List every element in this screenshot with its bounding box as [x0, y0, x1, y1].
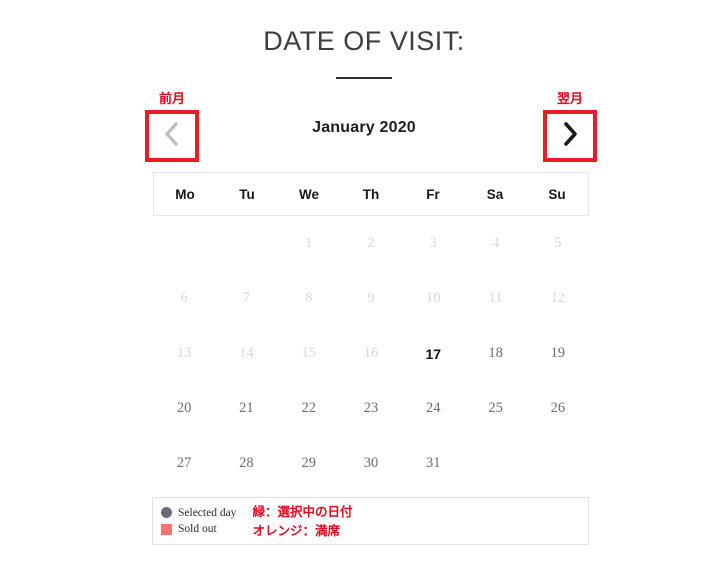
sold-out-swatch-icon: [161, 523, 172, 535]
calendar-day-empty: [527, 436, 589, 491]
calendar-day-cell: 3: [429, 235, 437, 251]
calendar-day-cell: 1: [305, 235, 313, 251]
weekday-header-cell: Sa: [486, 186, 504, 202]
weekday-header-cell: Su: [548, 186, 566, 202]
chevron-right-icon: [561, 120, 579, 153]
legend-annotation: オレンジ：満席: [252, 522, 340, 538]
calendar-day-empty: [464, 436, 526, 491]
weekday-header-cell: We: [298, 186, 319, 202]
title-divider: [336, 77, 392, 79]
calendar-week-row: 6 7 8 9 10 11 12: [153, 271, 589, 326]
calendar-week-row: 27 28 29 30 31: [153, 436, 589, 491]
next-month-button[interactable]: [543, 110, 597, 162]
calendar-day-cell: 10: [426, 290, 441, 306]
calendar-day-cell[interactable]: 28: [215, 436, 277, 491]
next-month-group: 翌月: [538, 93, 602, 162]
calendar-day-cell[interactable]: 25: [464, 381, 526, 436]
calendar-week-row: 1 2 3 4 5: [153, 216, 589, 271]
calendar-day-cell[interactable]: 17: [402, 326, 464, 381]
weekday-header-cell: Fr: [426, 186, 440, 202]
calendar-day-cell: 9: [367, 290, 375, 306]
weekday-header-cell: Mo: [175, 186, 195, 202]
calendar-day-cell: 11: [488, 290, 503, 306]
calendar-day-cell: 12: [550, 290, 566, 306]
calendar-day-cell[interactable]: 22: [278, 381, 340, 436]
prev-month-annotation: 前月: [158, 92, 185, 107]
legend-item: Selected day: [161, 506, 236, 520]
page-title: DATE OF VISIT:: [263, 26, 465, 56]
selected-day-swatch-icon: [161, 507, 172, 519]
calendar-day-empty: [153, 216, 215, 271]
calendar-day-cell: 2: [367, 235, 375, 251]
calendar-day-cell: 5: [554, 235, 562, 251]
calendar-day-cell[interactable]: 18: [464, 326, 526, 381]
weekday-header-cell: Tu: [239, 186, 255, 202]
calendar-day-cell[interactable]: 31: [402, 436, 464, 491]
calendar-legend: Selected day Sold out 緑：選択中の日付 オレンジ：満席: [152, 497, 589, 545]
legend-annotation: 緑：選択中の日付: [252, 503, 353, 519]
calendar-day-grid: 1 2 3 4 5 6 7 8 9 10 11 12 13 14 15 16 17 18 19 20 21 22 23 24 2…: [153, 216, 589, 491]
calendar-day-cell[interactable]: 29: [278, 436, 340, 491]
calendar-day-cell[interactable]: 27: [153, 436, 215, 491]
calendar-day-cell[interactable]: 20: [153, 381, 215, 436]
calendar: Mo Tu We Th Fr Sa Su 1 2 3 4 5 6 7 8 9 10 11 12 13 14 15 16 17…: [153, 172, 589, 491]
calendar-day-cell: 14: [239, 345, 254, 361]
calendar-day-cell: 16: [363, 345, 379, 361]
calendar-day-cell[interactable]: 23: [340, 381, 402, 436]
calendar-day-cell[interactable]: 24: [402, 381, 464, 436]
legend-item-label: Selected day: [178, 506, 237, 519]
calendar-week-row: 13 14 15 16 17 18 19: [153, 326, 589, 381]
calendar-day-cell[interactable]: 19: [527, 326, 589, 381]
weekday-header-cell: Th: [362, 186, 380, 202]
calendar-day-cell[interactable]: 30: [340, 436, 402, 491]
calendar-weekday-header: Mo Tu We Th Fr Sa Su: [153, 172, 589, 216]
current-month-label: January 2020: [312, 119, 416, 136]
calendar-day-empty: [215, 216, 277, 271]
calendar-day-cell: 4: [491, 235, 500, 251]
calendar-week-row: 20 21 22 23 24 25 26: [153, 381, 589, 436]
calendar-nav-row: 前月 January 2020 翌月: [0, 92, 728, 162]
calendar-day-cell[interactable]: 26: [527, 381, 589, 436]
legend-item-label: Sold out: [178, 523, 217, 535]
calendar-day-cell: 13: [176, 345, 192, 361]
legend-annotations: 緑：選択中の日付 オレンジ：満席: [252, 504, 352, 538]
calendar-day-cell: 8: [305, 290, 313, 306]
calendar-day-cell: 15: [301, 345, 316, 361]
next-month-annotation: 翌月: [556, 92, 583, 107]
calendar-day-cell: 6: [180, 290, 188, 306]
calendar-day-cell: 7: [242, 290, 251, 306]
legend-item: Sold out: [161, 522, 236, 536]
calendar-day-cell[interactable]: 21: [215, 381, 277, 436]
legend-items: Selected day Sold out: [161, 506, 236, 537]
